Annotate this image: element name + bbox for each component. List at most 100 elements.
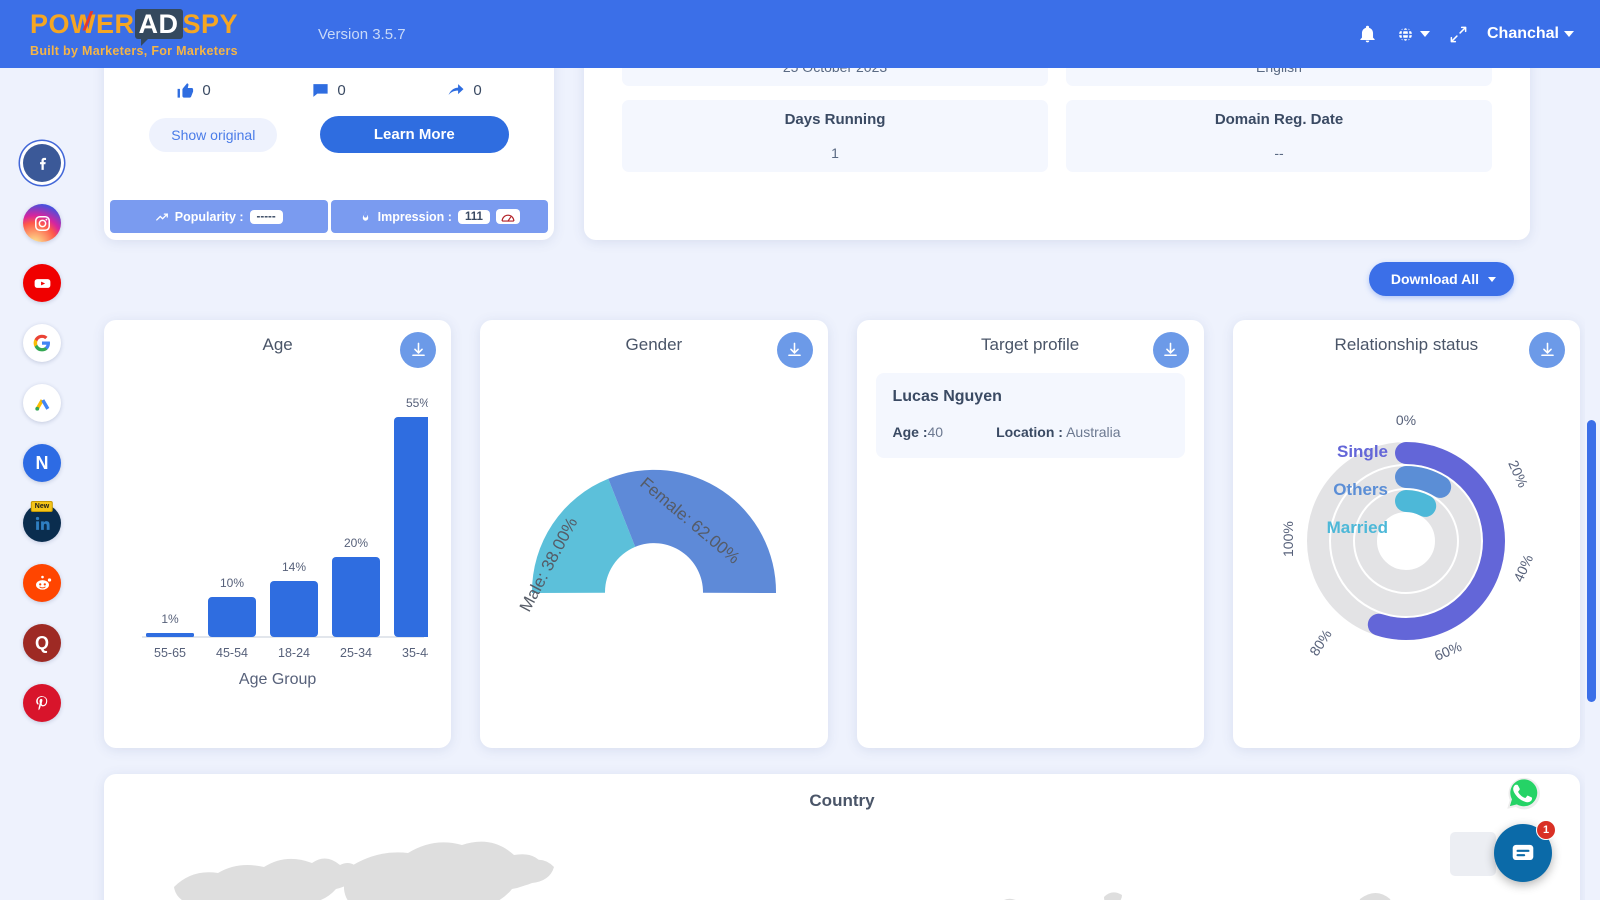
info-box-date: 25 October 2023 bbox=[622, 68, 1048, 86]
age-chart-title: Age bbox=[262, 335, 293, 354]
sidebar-item-instagram[interactable] bbox=[23, 204, 61, 242]
page-scrollbar-thumb[interactable] bbox=[1587, 420, 1596, 702]
download-icon bbox=[788, 342, 801, 356]
sidebar-item-linkedin[interactable]: New bbox=[23, 501, 61, 542]
age-bar-2 bbox=[269, 581, 318, 637]
age-bar-3 bbox=[331, 557, 380, 637]
logo[interactable]: POW / ER AD SPY Built by Marketers, For Mark… bbox=[30, 6, 260, 58]
relationship-tick-100: 100% bbox=[1280, 521, 1296, 557]
gender-gauge-chart: Male: 38.00% Female: 62.00% bbox=[516, 469, 776, 615]
profile-age-label: Age : bbox=[892, 424, 928, 440]
whatsapp-button[interactable] bbox=[1502, 772, 1544, 814]
show-original-button[interactable]: Show original bbox=[149, 117, 278, 152]
sidebar-item-quora[interactable]: Q bbox=[23, 624, 61, 662]
likes-count: 0 bbox=[202, 81, 211, 99]
ad-info-grid: 25 October 2023 English Days Running 1 D… bbox=[622, 68, 1492, 172]
learn-more-button[interactable]: Learn More bbox=[319, 116, 509, 153]
thumbs-up-icon bbox=[177, 82, 194, 98]
chat-unread-badge: 1 bbox=[1536, 820, 1556, 840]
likes-stat: 0 bbox=[176, 81, 211, 100]
quora-icon: Q bbox=[34, 632, 49, 653]
age-download-button[interactable] bbox=[400, 332, 437, 368]
domain-reg-date-value: -- bbox=[1274, 145, 1284, 161]
ad-detail-row: 0 0 0 Show original Learn More Popularit… bbox=[84, 68, 1600, 244]
share-arrow-icon bbox=[448, 84, 464, 95]
relationship-tick-20: 20% bbox=[1506, 458, 1532, 490]
trend-up-icon bbox=[155, 212, 168, 221]
download-all-chevron-down-icon[interactable] bbox=[1488, 276, 1496, 282]
analytics-cards-row: Age 1% 10% 14% 20% 55% 55-65 45-54 18-24… bbox=[84, 300, 1600, 748]
chat-button[interactable]: 1 bbox=[1494, 820, 1556, 882]
age-axis-label: Age Group bbox=[238, 671, 317, 688]
native-icon: N bbox=[35, 452, 49, 473]
whatsapp-icon bbox=[1507, 777, 1541, 810]
age-bar-1 bbox=[207, 597, 256, 637]
youtube-icon bbox=[34, 278, 50, 288]
target-download-button[interactable] bbox=[1152, 332, 1189, 368]
age-tick-3: 25-34 bbox=[340, 646, 372, 660]
impression-cell[interactable]: Impression : 111 bbox=[330, 200, 548, 233]
profile-location: Location : Australia bbox=[996, 424, 1120, 440]
reddit-icon bbox=[35, 575, 51, 590]
ad-date-value: 25 October 2023 bbox=[630, 68, 1040, 75]
age-bar-label-3: 20% bbox=[344, 536, 368, 550]
language-globe-icon[interactable] bbox=[1396, 25, 1430, 44]
impression-value: 111 bbox=[457, 209, 490, 224]
impression-label: Impression : bbox=[377, 209, 452, 224]
ad-actions: Show original Learn More bbox=[104, 100, 554, 153]
sidebar-item-google[interactable] bbox=[23, 324, 61, 362]
sidebar-item-google-ads[interactable] bbox=[23, 384, 61, 422]
notifications-bell-icon[interactable] bbox=[1358, 25, 1377, 44]
comments-count: 0 bbox=[337, 81, 346, 99]
shares-count: 0 bbox=[473, 81, 482, 99]
age-bar-4 bbox=[393, 417, 428, 637]
age-chart-card: Age 1% 10% 14% 20% 55% 55-65 45-54 18-24… bbox=[104, 320, 452, 748]
gender-download-button[interactable] bbox=[776, 332, 813, 368]
linkedin-new-badge: New bbox=[30, 501, 54, 512]
days-running-title: Days Running bbox=[784, 111, 886, 128]
sidebar-item-native[interactable]: N bbox=[23, 444, 61, 482]
impression-gauge-icon bbox=[495, 209, 520, 224]
relationship-radial-chart: 0% 20% 40% 60% 80% 100% Single Others Ma… bbox=[1280, 412, 1536, 664]
download-all-row: Download All bbox=[84, 262, 1600, 296]
gender-chart-title: Gender bbox=[625, 335, 683, 354]
instagram-icon bbox=[34, 215, 50, 231]
relationship-tick-80: 80% bbox=[1306, 626, 1335, 658]
facebook-icon bbox=[39, 157, 46, 170]
relationship-track-married bbox=[1355, 490, 1458, 592]
profile-location-label: Location : bbox=[996, 424, 1063, 440]
relationship-chart-title: Relationship status bbox=[1334, 335, 1479, 354]
google-icon bbox=[33, 334, 50, 352]
relationship-tick-0: 0% bbox=[1396, 412, 1416, 428]
age-tick-2: 18-24 bbox=[278, 646, 310, 660]
age-bar-label-4: 55% bbox=[406, 396, 428, 410]
profile-age-value: 40 bbox=[927, 424, 944, 440]
profile-meta: Age :40 Location : Australia bbox=[893, 424, 1168, 440]
download-all-button[interactable]: Download All bbox=[1368, 262, 1514, 296]
sidebar-item-reddit[interactable] bbox=[23, 564, 61, 602]
user-menu[interactable]: Chanchal bbox=[1487, 25, 1574, 43]
relationship-download-button[interactable] bbox=[1529, 332, 1565, 368]
language-chevron-down-icon[interactable] bbox=[1419, 31, 1430, 37]
expand-fullscreen-icon[interactable] bbox=[1449, 25, 1468, 44]
relationship-tick-60: 60% bbox=[1432, 638, 1464, 664]
gender-chart-card: Gender Male: 38.00% Female: 62.00% bbox=[480, 320, 828, 748]
sidebar-item-pinterest[interactable] bbox=[23, 684, 61, 722]
world-map-landmasses bbox=[174, 841, 1391, 900]
user-chevron-down-icon[interactable] bbox=[1564, 31, 1574, 37]
popularity-cell[interactable]: Popularity : ----- bbox=[110, 200, 328, 233]
linkedin-icon bbox=[35, 516, 50, 530]
header-actions: Chanchal bbox=[1358, 25, 1574, 44]
sidebar-item-youtube[interactable] bbox=[23, 264, 61, 302]
popularity-value: ----- bbox=[249, 209, 283, 224]
main-content: 0 0 0 Show original Learn More Popularit… bbox=[84, 68, 1600, 900]
target-profile-card: Target profile Lucas Nguyen Age :40 Loca… bbox=[856, 320, 1204, 748]
comment-icon bbox=[313, 83, 328, 97]
social-network-sidebar: N New Q bbox=[0, 68, 84, 900]
info-box-language: English bbox=[1066, 68, 1492, 86]
sidebar-item-facebook[interactable] bbox=[23, 144, 61, 182]
country-title: Country bbox=[809, 791, 875, 810]
download-all-label: Download All bbox=[1390, 271, 1479, 287]
world-map[interactable] bbox=[104, 811, 1580, 900]
age-bar-0 bbox=[145, 633, 194, 637]
